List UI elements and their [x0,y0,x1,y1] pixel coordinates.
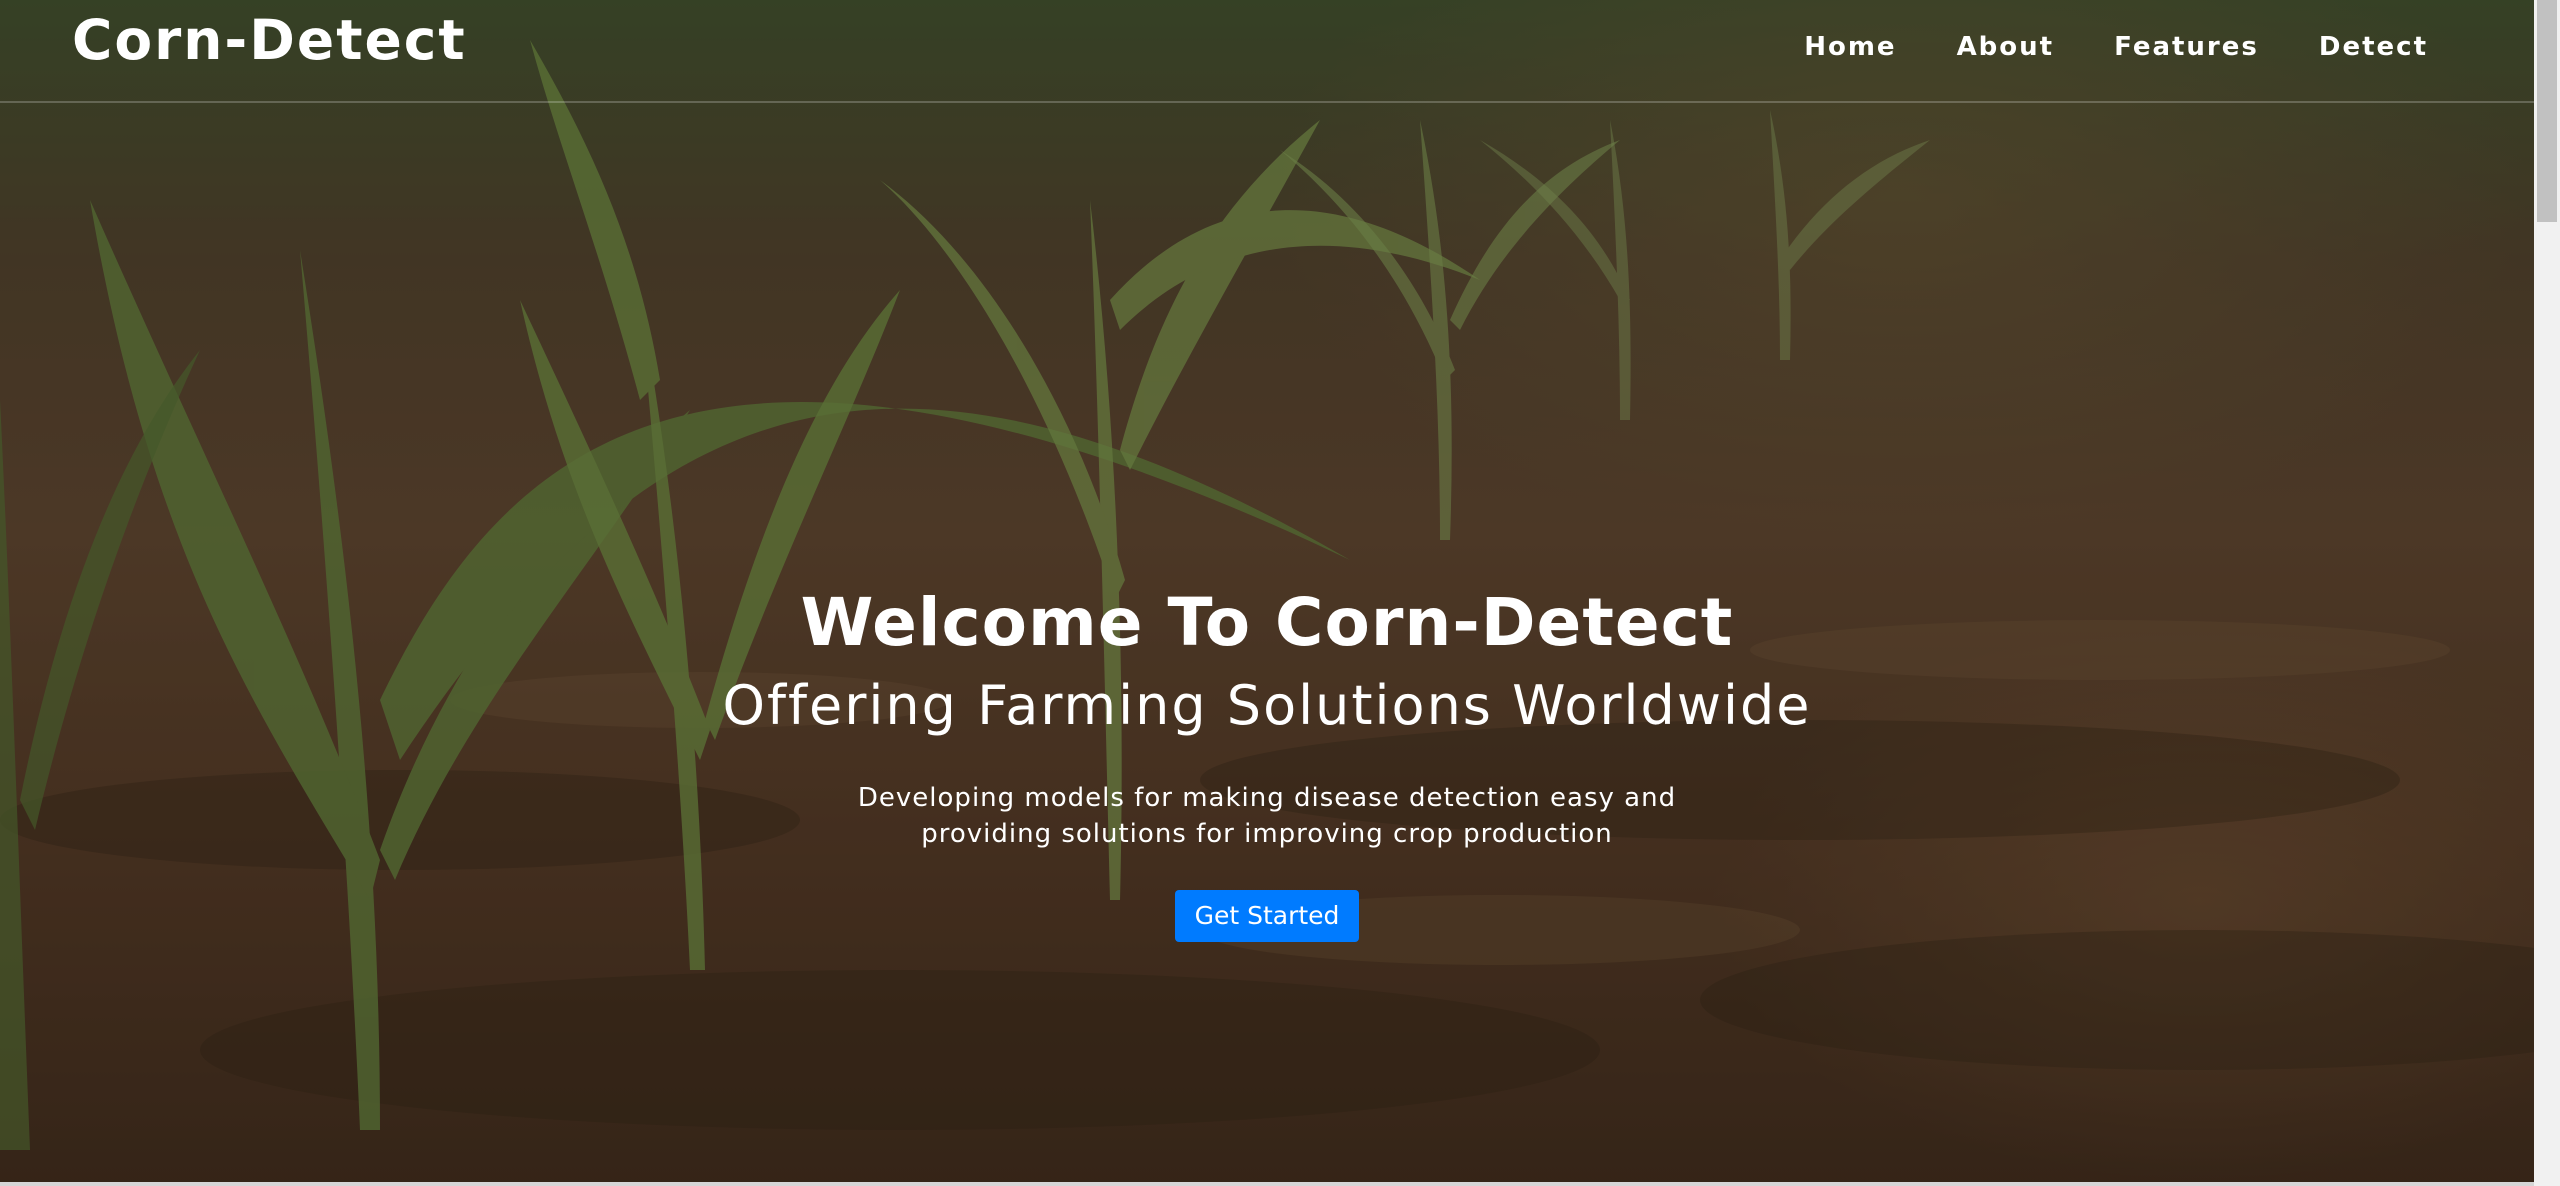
page-bottom-edge [0,1182,2534,1186]
page-viewport: Corn-Detect Home About Features Detect W… [0,0,2534,1186]
nav-item-detect[interactable]: Detect [2319,32,2428,62]
top-navbar: Corn-Detect Home About Features Detect [0,0,2534,103]
nav-item-about[interactable]: About [1957,32,2055,62]
hero-subtitle: Offering Farming Solutions Worldwide [722,674,1812,737]
nav-menu: Home About Features Detect [1744,32,2428,62]
get-started-button[interactable]: Get Started [1174,890,1360,942]
hero-section: Welcome To Corn-Detect Offering Farming … [0,578,2534,942]
hero-title: Welcome To Corn-Detect [800,584,1734,661]
scrollbar-thumb[interactable] [2537,0,2557,222]
nav-item-home[interactable]: Home [1804,32,1896,62]
hero-description: Developing models for making disease det… [857,783,1677,849]
brand-logo[interactable]: Corn-Detect [72,8,467,72]
vertical-scrollbar[interactable] [2534,0,2560,1186]
nav-item-features[interactable]: Features [2114,32,2259,62]
